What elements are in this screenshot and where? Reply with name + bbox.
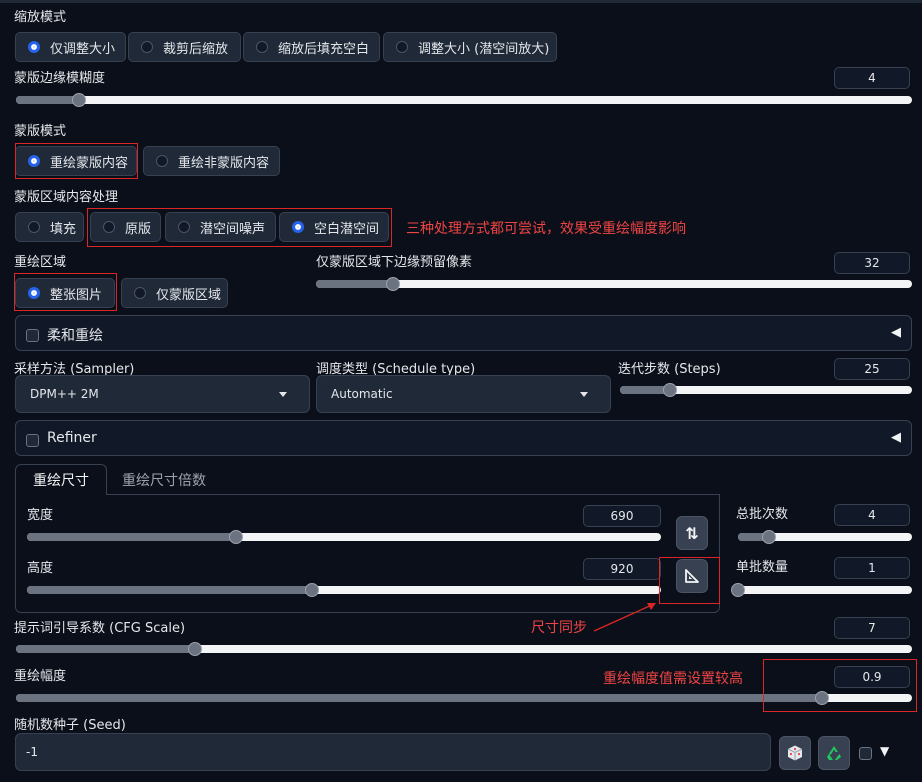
schedule-type-select[interactable]: Automatic xyxy=(316,375,611,413)
radio-icon xyxy=(134,287,146,299)
dice-icon xyxy=(787,745,803,761)
padding-input[interactable]: 32 xyxy=(834,252,910,274)
steps-label: 迭代步数 (Steps) xyxy=(618,362,721,377)
extra-seed-checkbox[interactable] xyxy=(859,747,872,760)
option-label: 重绘非蒙版内容 xyxy=(178,155,270,171)
radio-icon xyxy=(156,155,168,167)
collapse-arrow-icon[interactable]: ◀ xyxy=(891,430,901,445)
masked-content-option-0[interactable]: 填充 xyxy=(15,212,84,242)
collapse-arrow-icon[interactable]: ◀ xyxy=(891,325,901,340)
cfg-scale-input[interactable]: 7 xyxy=(834,617,910,639)
height-slider[interactable] xyxy=(27,583,661,597)
mask-blur-label: 蒙版边缘模糊度 xyxy=(14,71,106,86)
chevron-down-icon xyxy=(580,392,588,397)
slider-thumb[interactable] xyxy=(731,583,745,597)
radio-icon xyxy=(396,41,408,53)
batch-size-label: 单批数量 xyxy=(736,560,789,575)
width-slider[interactable] xyxy=(27,530,661,544)
annotation-processing-note: 三种处理方式都可尝试，效果受重绘幅度影响 xyxy=(406,221,686,237)
slider-thumb[interactable] xyxy=(762,530,777,544)
slider-thumb[interactable] xyxy=(386,277,401,291)
schedule-type-value: Automatic xyxy=(331,387,393,401)
padding-label: 仅蒙版区域下边缘预留像素 xyxy=(316,255,473,270)
soft-inpainting-checkbox[interactable] xyxy=(26,329,39,342)
height-input[interactable]: 920 xyxy=(583,558,661,580)
chevron-down-icon xyxy=(279,392,287,397)
soft-inpainting-label: 柔和重绘 xyxy=(47,328,103,344)
inpaint-area-label: 重绘区域 xyxy=(14,255,67,270)
resize-mode-option-3[interactable]: 调整大小 (潜空间放大) xyxy=(383,32,557,62)
extra-seed-toggle-icon[interactable]: ▼ xyxy=(880,744,889,758)
steps-slider[interactable] xyxy=(620,383,912,397)
steps-input[interactable]: 25 xyxy=(834,358,910,380)
batch-size-input[interactable]: 1 xyxy=(834,557,910,579)
slider-fill xyxy=(27,533,237,541)
option-label: 仅蒙版区域 xyxy=(156,287,222,303)
mask-mode-label: 蒙版模式 xyxy=(14,124,67,139)
option-label: 缩放后填充空白 xyxy=(278,41,370,57)
sampler-value: DPM++ 2M xyxy=(30,387,99,401)
width-label: 宽度 xyxy=(27,508,54,523)
resize-mode-option-1[interactable]: 裁剪后缩放 xyxy=(128,32,241,62)
annotation-box-mask-mode xyxy=(15,143,138,179)
width-input[interactable]: 690 xyxy=(583,505,661,527)
batch-count-input[interactable]: 4 xyxy=(834,504,910,526)
slider-fill xyxy=(16,96,79,104)
inpaint-area-option-1[interactable]: 仅蒙版区域 xyxy=(121,278,228,308)
batch-count-slider[interactable] xyxy=(738,530,912,544)
annotation-box-denoising xyxy=(763,659,917,712)
annotation-box-masked-content xyxy=(87,208,392,247)
option-label: 调整大小 (潜空间放大) xyxy=(418,41,550,57)
batch-count-label: 总批次数 xyxy=(736,507,789,522)
annotation-box-size-sync xyxy=(659,557,720,604)
annotation-box-inpaint-area xyxy=(14,273,117,311)
refiner-accordion[interactable]: Refiner ◀ xyxy=(15,420,912,456)
option-label: 仅调整大小 xyxy=(50,41,116,57)
padding-slider[interactable] xyxy=(316,277,912,291)
swap-icon: ⇅ xyxy=(685,523,699,543)
mask-blur-slider[interactable] xyxy=(16,93,912,107)
soft-inpainting-accordion[interactable]: 柔和重绘 ◀ xyxy=(15,315,912,351)
recycle-icon xyxy=(827,746,841,760)
option-label: 裁剪后缩放 xyxy=(163,41,229,57)
random-seed-button[interactable] xyxy=(779,736,811,770)
cfg-scale-label: 提示词引导系数 (CFG Scale) xyxy=(14,621,186,636)
annotation-size-sync-note: 尺寸同步 xyxy=(531,620,587,636)
option-label: 填充 xyxy=(50,221,77,237)
radio-icon xyxy=(28,41,40,53)
denoising-label: 重绘幅度 xyxy=(14,669,67,684)
radio-icon xyxy=(256,41,268,53)
top-divider xyxy=(0,0,922,3)
slider-thumb[interactable] xyxy=(188,642,203,656)
slider-fill xyxy=(16,645,196,653)
resize-mode-label: 缩放模式 xyxy=(14,10,67,25)
seed-label: 随机数种子 (Seed) xyxy=(14,718,126,733)
tab-resize-by[interactable]: 重绘尺寸倍数 xyxy=(122,470,206,490)
annotation-denoise-note: 重绘幅度值需设置较高 xyxy=(603,671,743,687)
height-label: 高度 xyxy=(27,561,54,576)
masked-content-label: 蒙版区域内容处理 xyxy=(14,190,119,205)
radio-icon xyxy=(28,221,40,233)
refiner-checkbox[interactable] xyxy=(26,434,39,447)
slider-fill xyxy=(27,586,313,594)
resize-mode-option-0[interactable]: 仅调整大小 xyxy=(15,32,126,62)
slider-thumb[interactable] xyxy=(662,383,677,397)
cfg-scale-slider[interactable] xyxy=(16,642,912,656)
swap-dimensions-button[interactable]: ⇅ xyxy=(676,516,708,550)
tab-resize-to[interactable]: 重绘尺寸 xyxy=(15,464,107,495)
seed-input[interactable]: -1 xyxy=(15,733,771,771)
sampler-select[interactable]: DPM++ 2M xyxy=(15,375,310,413)
resize-mode-option-2[interactable]: 缩放后填充空白 xyxy=(243,32,380,62)
slider-fill xyxy=(316,280,394,288)
batch-size-slider[interactable] xyxy=(731,583,912,597)
refiner-label: Refiner xyxy=(47,430,97,446)
slider-fill xyxy=(16,694,823,702)
mask-blur-input[interactable]: 4 xyxy=(834,67,910,89)
slider-thumb[interactable] xyxy=(71,93,86,107)
annotation-arrow-icon xyxy=(593,603,656,632)
reuse-seed-button[interactable] xyxy=(818,736,850,770)
mask-mode-option-1[interactable]: 重绘非蒙版内容 xyxy=(143,146,280,176)
radio-icon xyxy=(141,41,153,53)
